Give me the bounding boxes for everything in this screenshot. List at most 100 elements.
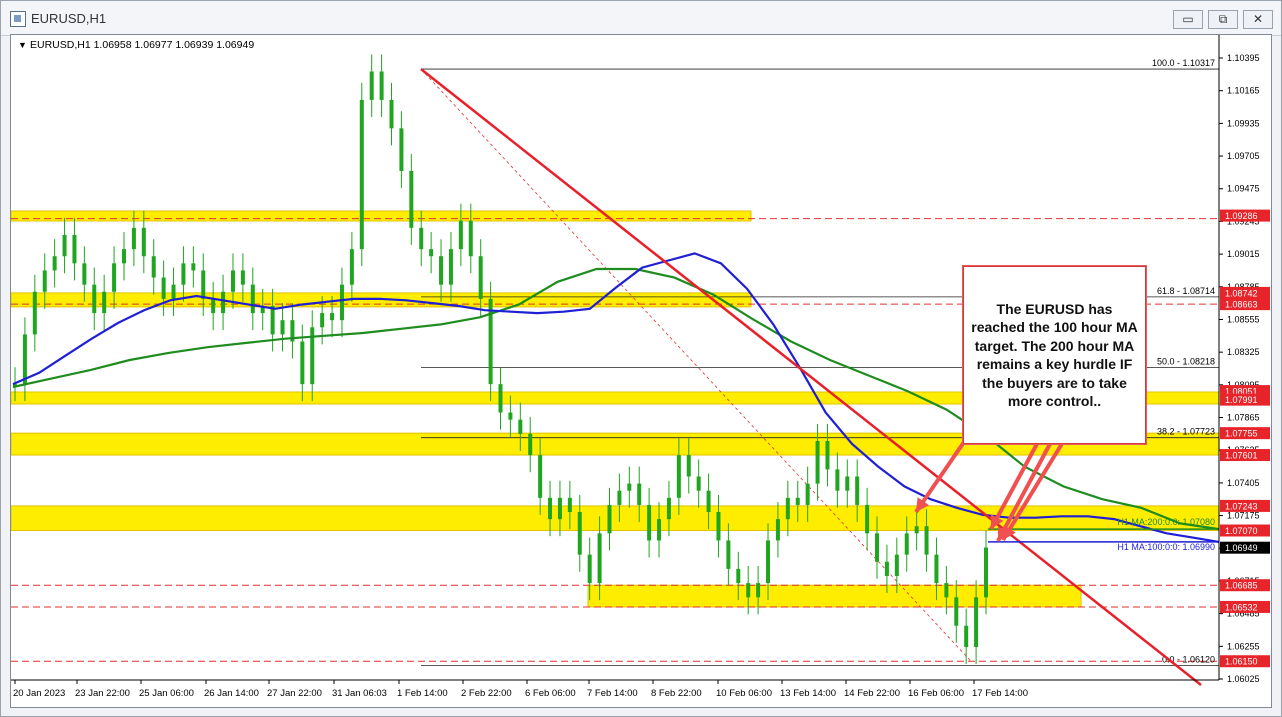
time-tick-label-11: 10 Feb 06:00: [716, 688, 772, 699]
fib-label-1: 61.8 - 1.08714: [1157, 286, 1215, 296]
candle-body-72: [726, 540, 731, 569]
window-title: EURUSD,H1: [31, 11, 107, 26]
restore-button[interactable]: ⧉: [1208, 10, 1238, 29]
candle-body-70: [706, 490, 711, 513]
level-tag-label-7: 1.07243: [1225, 501, 1258, 511]
time-tick-label-2: 25 Jan 06:00: [139, 688, 194, 699]
candle-body-57: [577, 512, 582, 555]
collapse-icon[interactable]: ▼: [18, 40, 27, 50]
candle-body-29: [300, 341, 305, 385]
level-tag-label-11: 1.06150: [1225, 657, 1258, 667]
candle-body-96: [964, 625, 969, 648]
window-titlebar: EURUSD,H1 ▭ ⧉ ✕: [1, 1, 1281, 36]
price-tick-label-14: 1.07175: [1227, 511, 1260, 521]
candle-body-87: [875, 533, 880, 562]
candle-body-59: [597, 533, 602, 584]
ma-label-0: H1 MA:200:0:0: 1.07080: [1117, 517, 1215, 527]
candle-body-39: [399, 128, 404, 171]
candle-body-35: [359, 99, 364, 250]
price-tick-label-13: 1.07405: [1227, 478, 1260, 488]
candle-body-88: [884, 561, 889, 576]
time-tick-label-1: 23 Jan 22:00: [75, 688, 130, 699]
candle-body-64: [647, 504, 652, 541]
candle-body-98: [984, 547, 988, 598]
candle-body-8: [92, 284, 97, 314]
candle-body-55: [557, 497, 562, 520]
candle-body-45: [458, 220, 463, 250]
candle-body-41: [419, 227, 424, 250]
candle-body-78: [785, 497, 790, 520]
candle-body-33: [339, 284, 344, 321]
time-tick-label-4: 27 Jan 22:00: [267, 688, 322, 699]
ma-label-1: H1 MA:100:0:0: 1.06990: [1117, 542, 1215, 552]
candle-body-24: [250, 284, 255, 314]
candle-body-80: [805, 483, 810, 505]
price-tick-label-9: 1.08325: [1227, 347, 1260, 357]
candle-body-68: [686, 455, 691, 477]
level-tag-label-6: 1.07601: [1225, 451, 1258, 461]
zone-5: [587, 584, 1082, 608]
candle-body-21: [221, 291, 226, 314]
price-axis: 1.10395 1.10165 1.09935 1.09705 1.09475 1.092…: [1218, 35, 1270, 684]
candle-body-5: [62, 234, 67, 257]
candle-body-73: [736, 568, 741, 584]
zone-0: [11, 210, 752, 222]
candle-body-56: [567, 497, 572, 513]
level-tag-label-10: 1.06532: [1225, 602, 1258, 612]
candle-body-32: [330, 313, 335, 321]
candle-body-67: [676, 455, 681, 498]
candle-body-40: [409, 170, 414, 228]
candle-body-13: [141, 227, 146, 257]
candle-body-46: [468, 220, 473, 257]
price-tick-label-6: 1.09015: [1227, 249, 1260, 259]
annotation-text: The EURUSD has reached the 100 hour MA t…: [971, 300, 1138, 410]
candle-body-65: [657, 519, 662, 541]
time-tick-label-10: 8 Feb 22:00: [651, 688, 702, 699]
candle-body-44: [448, 249, 453, 285]
candle-body-12: [131, 227, 136, 250]
time-tick-label-13: 14 Feb 22:00: [844, 688, 900, 699]
candle-body-71: [716, 512, 721, 541]
candle-body-51: [518, 419, 523, 434]
candle-body-97: [974, 597, 979, 648]
chart-info-header: EURUSD,H1 1.06958 1.06977 1.06939 1.0694…: [30, 39, 254, 51]
candle-body-19: [201, 270, 206, 299]
time-tick-label-3: 26 Jan 14:00: [204, 688, 259, 699]
candle-body-77: [775, 519, 780, 541]
price-tick-label-11: 1.07865: [1227, 413, 1260, 423]
price-tick-label-1: 1.10165: [1227, 86, 1260, 96]
candle-body-31: [320, 313, 325, 328]
time-axis: 20 Jan 2023 23 Jan 22:00 25 Jan 06:00 26 Ja…: [11, 679, 1219, 699]
candle-body-49: [498, 384, 503, 413]
candle-body-38: [389, 99, 394, 129]
candle-body-20: [211, 298, 216, 314]
candle-body-26: [270, 305, 275, 335]
candle-body-6: [72, 234, 77, 264]
time-tick-label-7: 2 Feb 22:00: [461, 688, 512, 699]
candle-body-69: [696, 476, 701, 491]
candle-body-93: [934, 554, 939, 584]
candle-body-16: [171, 284, 176, 299]
fib-label-2: 50.0 - 1.08218: [1157, 356, 1215, 366]
candle-body-53: [538, 455, 543, 498]
price-tick-label-0: 1.10395: [1227, 53, 1260, 63]
time-tick-label-12: 13 Feb 14:00: [780, 688, 836, 699]
candle-body-18: [191, 263, 196, 271]
candle-body-91: [914, 526, 919, 534]
price-tick-label-8: 1.08555: [1227, 314, 1260, 324]
candle-body-54: [548, 497, 553, 520]
candle-body-7: [82, 263, 87, 285]
candle-body-89: [894, 554, 899, 576]
candle-body-17: [181, 263, 186, 285]
candle-body-52: [528, 433, 533, 456]
minimize-button[interactable]: ▭: [1173, 10, 1203, 29]
candle-body-36: [369, 71, 374, 100]
level-tag-label-5: 1.07755: [1225, 429, 1258, 439]
close-button[interactable]: ✕: [1243, 10, 1273, 29]
candle-body-47: [478, 256, 483, 299]
chart-window-icon: [10, 11, 26, 27]
candle-body-74: [746, 583, 751, 598]
candle-body-27: [280, 320, 285, 335]
time-tick-label-0: 20 Jan 2023: [13, 688, 65, 699]
price-tick-label-2: 1.09935: [1227, 118, 1260, 128]
